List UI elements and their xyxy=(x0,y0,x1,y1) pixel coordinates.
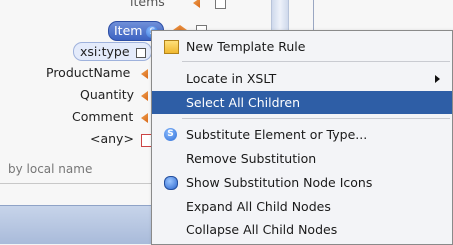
tree-row-quantity[interactable]: Quantity xyxy=(80,87,134,102)
menu-item-label: New Template Rule xyxy=(186,39,306,54)
filter-input[interactable]: by local name xyxy=(8,162,92,176)
menu-item-label: Substitute Element or Type... xyxy=(186,127,368,142)
tree-row-label: Quantity xyxy=(80,87,135,102)
checkbox-icon[interactable] xyxy=(215,0,226,9)
context-menu: New Template Rule Locate in XSLT Select … xyxy=(151,30,453,245)
radio-selected-icon xyxy=(164,176,178,190)
submenu-arrow-icon xyxy=(435,75,440,83)
menu-separator xyxy=(182,61,450,62)
bottom-panel-band xyxy=(0,205,160,244)
tree-row-label: ProductName xyxy=(46,65,131,80)
tree-row-label: <any> xyxy=(90,131,134,146)
menu-separator xyxy=(182,118,450,119)
menu-item-label: Remove Substitution xyxy=(186,151,317,166)
menu-item-select-all-children[interactable]: Select All Children xyxy=(152,91,452,114)
filter-placeholder: by local name xyxy=(8,162,93,176)
substitute-icon: S xyxy=(164,128,177,141)
tree-node-label: xsi:type xyxy=(80,44,130,59)
menu-item-expand-all-child-nodes[interactable]: Expand All Child Nodes xyxy=(152,195,452,218)
divider xyxy=(0,183,160,184)
menu-item-label: Select All Children xyxy=(186,95,301,110)
tree-row-productname[interactable]: ProductName xyxy=(46,65,130,80)
tree-row-items[interactable]: items xyxy=(130,0,165,9)
tree-node-xsi-type[interactable]: xsi:type xyxy=(73,42,152,61)
attribute-icon xyxy=(135,47,146,58)
tree-row-label: Comment xyxy=(72,109,134,124)
tree-row-label: items xyxy=(130,0,165,9)
menu-item-remove-substitution[interactable]: Remove Substitution xyxy=(152,147,452,170)
menu-item-label: Expand All Child Nodes xyxy=(186,199,331,214)
menu-item-collapse-all-child-nodes[interactable]: Collapse All Child Nodes xyxy=(152,218,452,241)
menu-item-new-template-rule[interactable]: New Template Rule xyxy=(152,35,452,58)
menu-item-locate-in-xslt[interactable]: Locate in XSLT xyxy=(152,67,452,90)
menu-item-label: Collapse All Child Nodes xyxy=(186,222,338,237)
tree-node-label: Item xyxy=(114,23,143,38)
menu-item-label: Locate in XSLT xyxy=(186,71,277,86)
menu-item-label: Show Substitution Node Icons xyxy=(186,175,373,190)
tree-row-any[interactable]: <any> xyxy=(90,131,134,146)
menu-item-show-substitution-node-icons[interactable]: Show Substitution Node Icons xyxy=(152,171,452,194)
tree-row-comment[interactable]: Comment xyxy=(72,109,133,124)
template-rule-icon xyxy=(164,40,179,54)
menu-item-substitute-element-or-type[interactable]: S Substitute Element or Type... xyxy=(152,123,452,146)
